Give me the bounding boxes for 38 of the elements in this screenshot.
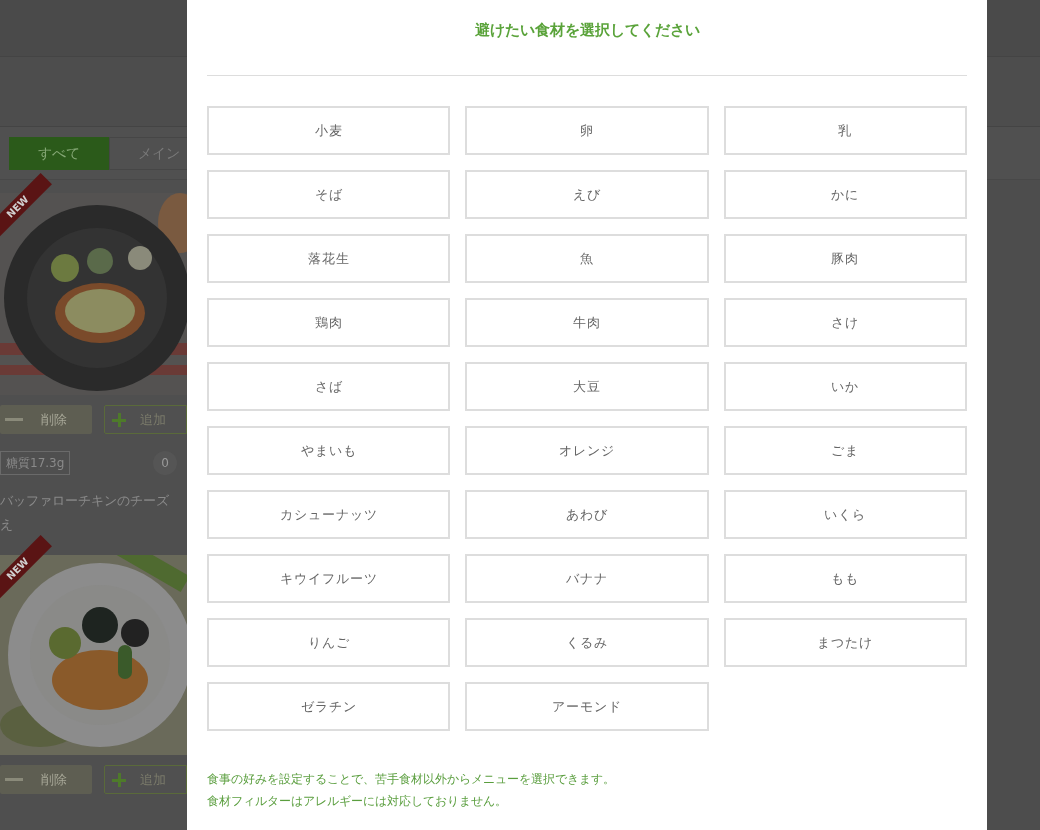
ingredient-option[interactable]: さけ: [723, 298, 967, 347]
ingredient-option[interactable]: ゼラチン: [207, 682, 451, 731]
ingredient-option[interactable]: オレンジ: [465, 426, 709, 475]
ingredient-option[interactable]: 鶏肉: [207, 298, 451, 347]
ingredient-option[interactable]: 豚肉: [723, 234, 967, 283]
ingredient-option[interactable]: あわび: [465, 490, 709, 539]
ingredient-option[interactable]: やまいも: [207, 426, 451, 475]
ingredient-option[interactable]: くるみ: [465, 618, 709, 667]
ingredient-option[interactable]: いくら: [723, 490, 967, 539]
ingredient-option[interactable]: いか: [723, 362, 967, 411]
ingredient-option[interactable]: そば: [207, 170, 451, 219]
ingredient-option[interactable]: りんご: [207, 618, 451, 667]
note-text: 食事の好みを設定することで、苦手食材以外からメニューを選択できます。: [207, 771, 615, 788]
minus-icon: [5, 778, 23, 781]
ingredient-option[interactable]: アーモンド: [465, 682, 709, 731]
ingredient-option[interactable]: 魚: [465, 234, 709, 283]
ingredient-option[interactable]: カシューナッツ: [207, 490, 451, 539]
ingredient-option[interactable]: さば: [207, 362, 451, 411]
plus-icon: [112, 412, 126, 427]
ingredient-option[interactable]: 小麦: [207, 106, 451, 155]
menu-title: え: [0, 516, 13, 534]
ingredient-option[interactable]: キウイフルーツ: [207, 554, 451, 603]
ingredient-option[interactable]: バナナ: [465, 554, 709, 603]
ingredient-option[interactable]: 落花生: [207, 234, 451, 283]
ingredient-option[interactable]: 牛肉: [465, 298, 709, 347]
ingredient-option[interactable]: まつたけ: [723, 618, 967, 667]
dialog-title: 避けたい食材を選択してください: [474, 20, 700, 40]
plus-icon: [112, 772, 126, 787]
ingredient-option[interactable]: えび: [465, 170, 709, 219]
ingredient-option[interactable]: 卵: [465, 106, 709, 155]
ingredient-option[interactable]: ごま: [723, 426, 967, 475]
count-badge: 0: [153, 451, 177, 475]
note-text: 食材フィルターはアレルギーには対応しておりません。: [207, 793, 507, 810]
ingredient-option[interactable]: 乳: [723, 106, 967, 155]
minus-icon: [5, 418, 23, 421]
ingredient-option[interactable]: かに: [723, 170, 967, 219]
ingredient-option[interactable]: 大豆: [465, 362, 709, 411]
ingredient-option[interactable]: もも: [723, 554, 967, 603]
